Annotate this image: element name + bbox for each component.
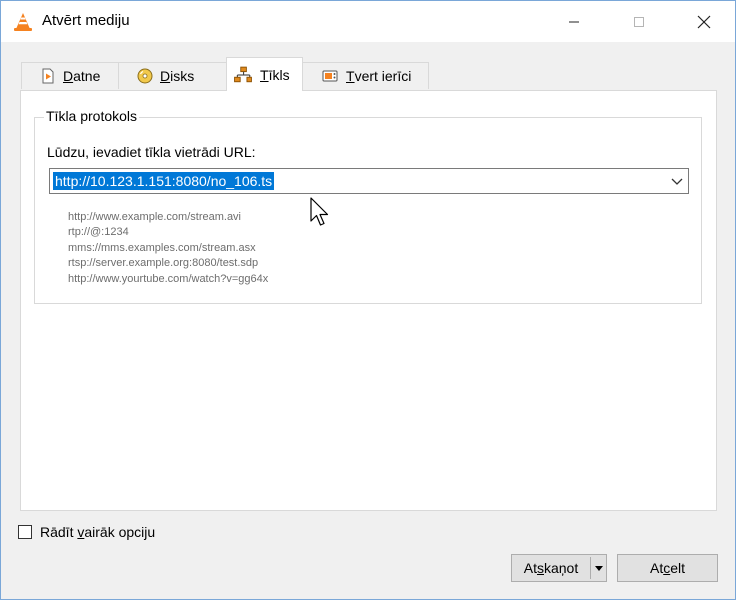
chevron-down-icon[interactable] (670, 174, 684, 188)
maximize-icon (634, 16, 644, 27)
url-example: mms://mms.examples.com/stream.asx (68, 241, 256, 254)
play-button-label[interactable]: Atskaņot (512, 560, 590, 576)
tab-file[interactable]: Datne (21, 62, 119, 89)
close-button[interactable] (681, 1, 727, 42)
group-title: Tīkla protokols (44, 108, 140, 124)
mouse-cursor-icon (310, 197, 329, 226)
title-bar[interactable]: Atvērt mediju (1, 1, 735, 42)
show-more-checkbox[interactable] (18, 525, 32, 539)
capture-device-icon (322, 70, 338, 82)
show-more-options[interactable]: Rādīt vairāk opciju (18, 524, 155, 540)
url-example: http://www.yourtube.com/watch?v=gg64x (68, 272, 269, 285)
button-divider (590, 557, 591, 579)
url-example: http://www.example.com/stream.avi (68, 211, 242, 223)
tab-network[interactable]: Tīkls (226, 57, 303, 91)
cancel-button[interactable]: Atcelt (617, 554, 718, 582)
url-examples: http://www.example.com/stream.avi rtp://… (68, 210, 268, 287)
maximize-button[interactable] (616, 1, 662, 42)
close-icon (697, 15, 711, 28)
play-file-icon (42, 68, 54, 84)
show-more-label[interactable]: Rādīt vairāk opciju (40, 524, 155, 540)
tab-capture-device[interactable]: Tvert ierīci (302, 62, 429, 89)
minimize-icon (569, 21, 579, 22)
url-input[interactable]: http://10.123.1.151:8080/no_106.ts (49, 168, 689, 194)
network-icon (234, 66, 252, 82)
tab-capture-label: Tvert ierīci (346, 68, 412, 84)
cancel-button-label[interactable]: Atcelt (650, 560, 685, 576)
network-tab-panel: Tīkla protokols Lūdzu, ievadiet tīkla vi… (20, 90, 717, 511)
tab-disc[interactable]: Disks (118, 62, 227, 89)
vlc-cone-icon (14, 13, 32, 31)
window-title: Atvērt mediju (42, 12, 130, 29)
tab-network-label: Tīkls (260, 66, 290, 83)
url-value[interactable]: http://10.123.1.151:8080/no_106.ts (53, 172, 275, 190)
url-example: rtp://@:1234 (68, 226, 129, 239)
open-media-dialog: Atvērt mediju Datne Disks Tīkls Tvert ie… (0, 0, 736, 600)
dropdown-arrow-icon[interactable] (594, 563, 604, 573)
url-example: rtsp://server.example.org:8080/test.sdp (68, 257, 259, 270)
play-button[interactable]: Atskaņot (511, 554, 607, 582)
tab-file-label: Datne (63, 68, 101, 84)
tab-disc-label: Disks (160, 68, 195, 84)
network-protocol-group: Tīkla protokols Lūdzu, ievadiet tīkla vi… (34, 108, 702, 304)
url-label: Lūdzu, ievadiet tīkla vietrādi URL: (47, 144, 256, 160)
minimize-button[interactable] (551, 1, 597, 42)
disc-icon (137, 68, 153, 84)
